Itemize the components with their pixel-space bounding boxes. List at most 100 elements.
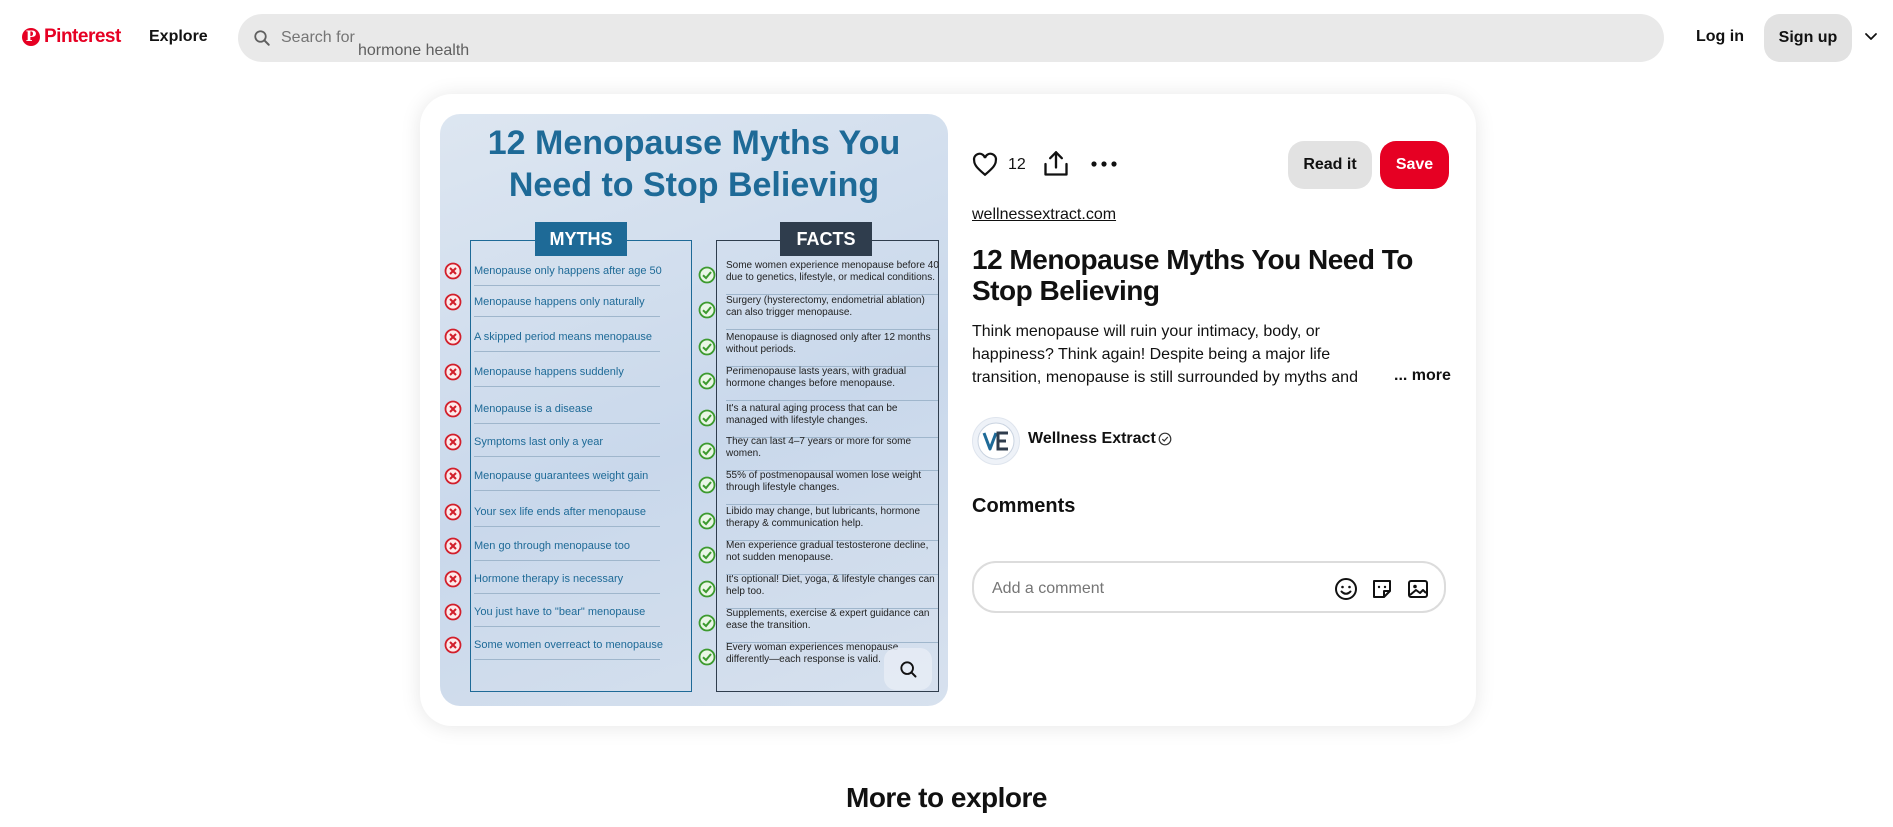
myth-row: Symptoms last only a year — [440, 427, 700, 457]
row-divider — [474, 386, 660, 387]
myth-text: Hormone therapy is necessary — [474, 573, 624, 585]
image-title-line1: 12 Menopause Myths You — [487, 124, 901, 162]
myth-row: Your sex life ends after menopause — [440, 497, 700, 527]
x-circle-icon — [444, 328, 462, 346]
creator-name[interactable]: Wellness Extract — [1028, 430, 1156, 448]
comment-input[interactable] — [990, 577, 1294, 601]
row-divider — [474, 456, 660, 457]
row-divider — [474, 285, 660, 286]
comments-heading: Comments — [972, 495, 1076, 517]
check-circle-icon — [698, 442, 716, 460]
login-button[interactable]: Log in — [1696, 28, 1744, 46]
row-divider — [474, 423, 660, 424]
row-divider — [726, 400, 938, 401]
check-circle-icon — [698, 580, 716, 598]
image-icon[interactable] — [1406, 577, 1430, 601]
fact-text: It's a natural aging process that can be… — [726, 403, 898, 426]
fact-text: Supplements, exercise & expert guidance … — [726, 608, 930, 631]
fact-row: It's optional! Diet, yoga, & lifestyle c… — [694, 574, 944, 609]
fact-row: Some women experience menopause before 4… — [694, 260, 944, 295]
more-link[interactable]: ... more — [1392, 367, 1451, 385]
myth-text: Menopause is a disease — [474, 403, 593, 415]
check-circle-icon — [698, 301, 716, 319]
pinterest-logo-icon: P — [22, 28, 40, 46]
creator-avatar[interactable] — [972, 417, 1020, 465]
fact-row: Perimenopause lasts years, with gradual … — [694, 366, 944, 401]
myth-row: You just have to "bear" menopause — [440, 597, 700, 627]
row-divider — [474, 526, 660, 527]
explore-link[interactable]: Explore — [149, 28, 208, 46]
facts-header: FACTS — [780, 222, 872, 256]
fact-text: It's optional! Diet, yoga, & lifestyle c… — [726, 574, 935, 597]
myth-row: Some women overreact to menopause — [440, 630, 700, 660]
logo-text: Pinterest — [44, 26, 121, 47]
row-divider — [726, 504, 938, 505]
check-circle-icon — [698, 409, 716, 427]
fact-row: 55% of postmenopausal women lose weight … — [694, 470, 944, 505]
x-circle-icon — [444, 570, 462, 588]
myth-text: Menopause happens only naturally — [474, 296, 645, 308]
emoji-icon[interactable] — [1334, 577, 1358, 601]
check-circle-icon — [698, 372, 716, 390]
x-circle-icon — [444, 467, 462, 485]
myth-row: Menopause only happens after age 50 — [440, 256, 700, 286]
check-circle-icon — [698, 338, 716, 356]
source-link[interactable]: wellnessextract.com — [972, 206, 1116, 224]
search-suggestion: hormone health — [358, 42, 470, 59]
myth-text: Menopause only happens after age 50 — [474, 265, 662, 277]
row-divider — [726, 329, 938, 330]
fact-text: Men experience gradual testosterone decl… — [726, 540, 929, 563]
myth-text: Menopause guarantees weight gain — [474, 470, 649, 482]
myth-text: You just have to "bear" menopause — [474, 606, 646, 618]
top-nav: P Pinterest Explore hormone health Log i… — [0, 0, 1893, 74]
fact-text: Surgery (hysterectomy, endometrial ablat… — [726, 295, 925, 318]
myth-row: A skipped period means menopause — [440, 322, 700, 352]
search-icon — [254, 30, 270, 46]
x-circle-icon — [444, 433, 462, 451]
row-divider — [474, 316, 660, 317]
save-button[interactable]: Save — [1380, 141, 1449, 189]
row-divider — [474, 593, 660, 594]
fact-row: Menopause is diagnosed only after 12 mon… — [694, 332, 944, 367]
fact-row: They can last 4–7 years or more for some… — [694, 436, 944, 471]
fact-row: Libido may change, but lubricants, hormo… — [694, 506, 944, 541]
search-bar[interactable]: hormone health — [238, 14, 1664, 62]
fact-row: It's a natural aging process that can be… — [694, 403, 944, 438]
fact-text: They can last 4–7 years or more for some… — [726, 436, 912, 459]
myth-text: A skipped period means menopause — [474, 331, 652, 343]
check-circle-icon — [698, 512, 716, 530]
visual-search-button[interactable] — [884, 648, 932, 690]
fact-text: Perimenopause lasts years, with gradual … — [726, 366, 907, 389]
x-circle-icon — [444, 293, 462, 311]
image-title-line2: Need to Stop Believing — [508, 166, 880, 204]
share-icon[interactable] — [1042, 150, 1070, 178]
creator-logo-icon — [977, 422, 1015, 460]
x-circle-icon — [444, 262, 462, 280]
chevron-down-icon[interactable] — [1864, 30, 1878, 44]
fact-text: Menopause is diagnosed only after 12 mon… — [726, 332, 931, 355]
myth-row: Menopause happens suddenly — [440, 357, 700, 387]
x-circle-icon — [444, 603, 462, 621]
pin-image[interactable]: 12 Menopause Myths You Need to Stop Beli… — [440, 114, 948, 706]
x-circle-icon — [444, 503, 462, 521]
pinterest-logo[interactable]: P Pinterest — [22, 26, 121, 48]
myth-row: Men go through menopause too — [440, 531, 700, 561]
myths-header: MYTHS — [535, 222, 627, 256]
myth-row: Menopause happens only naturally — [440, 287, 700, 317]
read-it-button[interactable]: Read it — [1288, 141, 1372, 189]
more-icon[interactable] — [1090, 154, 1118, 174]
myth-text: Some women overreact to menopause — [474, 639, 663, 651]
row-divider — [474, 490, 660, 491]
fact-row: Surgery (hysterectomy, endometrial ablat… — [694, 295, 944, 330]
myth-row: Menopause guarantees weight gain — [440, 461, 700, 491]
comment-box[interactable] — [972, 561, 1446, 613]
myth-text: Your sex life ends after menopause — [474, 506, 647, 518]
reaction-count: 12 — [1008, 156, 1026, 173]
verified-icon — [1158, 432, 1172, 446]
signup-button[interactable]: Sign up — [1764, 14, 1852, 62]
sticker-icon[interactable] — [1370, 577, 1394, 601]
fact-text: Libido may change, but lubricants, hormo… — [726, 506, 921, 529]
x-circle-icon — [444, 636, 462, 654]
heart-icon[interactable] — [972, 152, 998, 178]
pin-title: 12 Menopause Myths You Need To Stop Beli… — [972, 244, 1413, 306]
